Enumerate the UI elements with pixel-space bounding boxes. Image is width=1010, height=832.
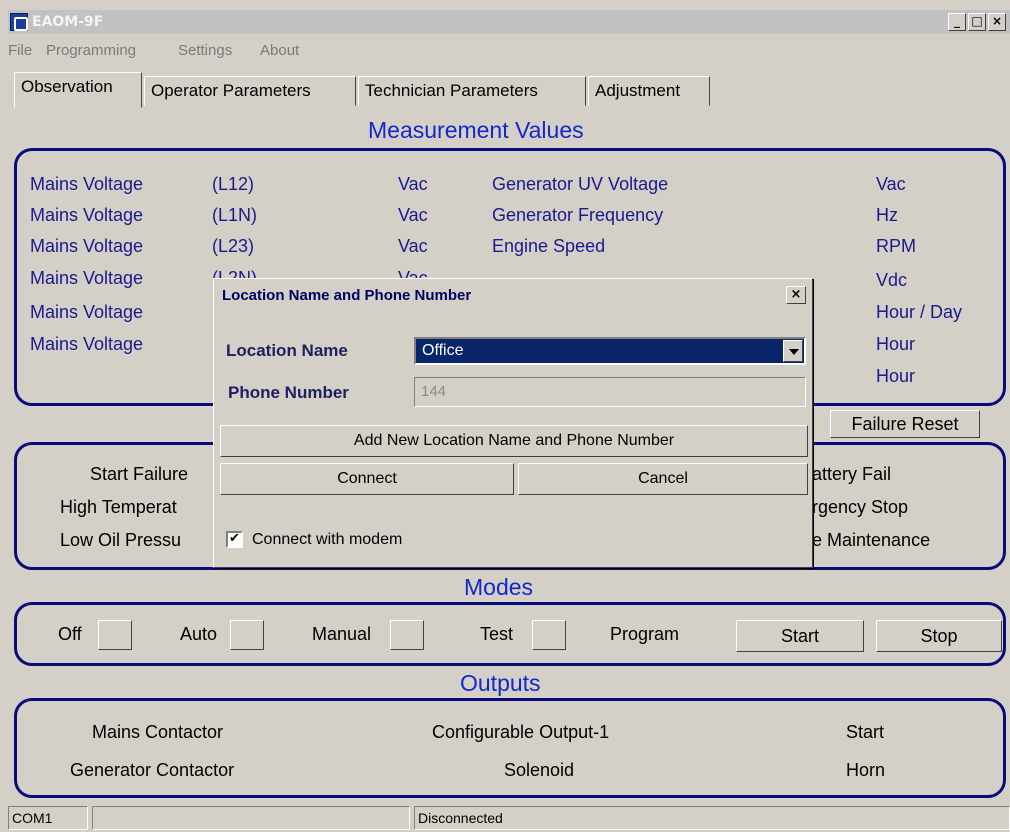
- title-bar: EAOM-9F _ □ ×: [8, 10, 1010, 34]
- status-middle: [92, 806, 410, 830]
- menu-file[interactable]: File: [8, 42, 32, 59]
- modem-checkbox[interactable]: ✔: [226, 531, 243, 548]
- unit-label: Vac: [876, 174, 906, 194]
- phase-label: (L1N): [212, 205, 258, 225]
- unit-label: Vdc: [876, 270, 908, 290]
- phone-number-field[interactable]: 144: [414, 377, 806, 407]
- location-name-value: Office: [422, 342, 464, 359]
- mains-voltage-label: Mains Voltage: [30, 174, 144, 194]
- failure-label: rgency Stop: [812, 497, 909, 517]
- cancel-button[interactable]: Cancel: [518, 463, 808, 495]
- phase-label: (L23): [212, 236, 255, 256]
- unit-label: Hour: [876, 366, 916, 386]
- unit-label: RPM: [876, 236, 916, 256]
- phase-label: (L12): [212, 174, 255, 194]
- tab-operator-parameters[interactable]: Operator Parameters: [144, 76, 356, 106]
- output-label: Configurable Output-1: [432, 722, 610, 742]
- output-label: Mains Contactor: [92, 722, 224, 742]
- add-location-button[interactable]: Add New Location Name and Phone Number: [220, 425, 808, 457]
- unit-label: Hour / Day: [876, 302, 963, 322]
- dialog-close-button[interactable]: ×: [786, 286, 806, 304]
- mains-voltage-label: Mains Voltage: [30, 205, 144, 225]
- output-label: Horn: [846, 760, 886, 780]
- unit-label: Hz: [876, 205, 898, 225]
- mains-voltage-label: Mains Voltage: [30, 268, 144, 288]
- mode-manual-label: Manual: [312, 624, 372, 644]
- menu-programming[interactable]: Programming: [46, 42, 136, 59]
- output-label: Start: [846, 722, 885, 742]
- dialog-title-bar: Location Name and Phone Number ×: [216, 281, 810, 309]
- mode-auto-indicator[interactable]: [230, 620, 264, 650]
- generator-uv-voltage-label: Generator UV Voltage: [492, 174, 669, 194]
- tab-observation[interactable]: Observation: [14, 72, 142, 108]
- unit-label: Vac: [398, 174, 428, 194]
- modes-title: Modes: [464, 574, 534, 600]
- phone-number-label: Phone Number: [228, 383, 349, 402]
- start-button[interactable]: Start: [736, 620, 864, 652]
- output-label: Solenoid: [504, 760, 575, 780]
- generator-frequency-label: Generator Frequency: [492, 205, 664, 225]
- close-button[interactable]: ×: [988, 13, 1006, 31]
- status-bar: COM1 Disconnected: [8, 804, 1010, 832]
- minimize-button[interactable]: _: [948, 13, 966, 31]
- mode-off-label: Off: [58, 624, 82, 644]
- window-title: EAOM-9F: [32, 14, 104, 30]
- outputs-title: Outputs: [460, 670, 541, 696]
- status-connection: Disconnected: [414, 806, 1010, 830]
- tab-technician-parameters[interactable]: Technician Parameters: [358, 76, 586, 106]
- menu-settings[interactable]: Settings: [178, 42, 232, 59]
- unit-label: Vac: [398, 205, 428, 225]
- location-name-select[interactable]: Office: [414, 337, 806, 365]
- mode-manual-indicator[interactable]: [390, 620, 424, 650]
- unit-label: Vac: [398, 236, 428, 256]
- outputs-panel: [14, 698, 1006, 798]
- failure-label: Start Failure: [90, 464, 189, 484]
- mains-voltage-label: Mains Voltage: [30, 302, 144, 322]
- failure-label: attery Fail: [812, 464, 892, 484]
- status-port: COM1: [8, 806, 88, 830]
- failure-label: e Maintenance: [812, 530, 931, 550]
- app-window: EAOM-9F _ □ × File Programming Settings …: [0, 0, 1010, 832]
- chevron-down-icon[interactable]: [783, 340, 803, 362]
- phone-number-value: 144: [421, 383, 447, 400]
- maximize-button[interactable]: □: [968, 13, 986, 31]
- mains-voltage-label: Mains Voltage: [30, 334, 144, 354]
- modem-checkbox-label: Connect with modem: [252, 531, 403, 548]
- failure-label: Low Oil Pressu: [60, 530, 182, 550]
- location-dialog: Location Name and Phone Number × Locatio…: [213, 278, 813, 568]
- output-label: Generator Contactor: [70, 760, 235, 780]
- tab-adjustment[interactable]: Adjustment: [588, 76, 710, 106]
- location-name-label: Location Name: [226, 341, 348, 360]
- mains-voltage-label: Mains Voltage: [30, 236, 144, 256]
- mode-test-indicator[interactable]: [532, 620, 566, 650]
- failure-reset-button[interactable]: Failure Reset: [830, 410, 980, 438]
- unit-label: Hour: [876, 334, 916, 354]
- connect-button[interactable]: Connect: [220, 463, 514, 495]
- menu-about[interactable]: About: [260, 42, 299, 59]
- stop-button[interactable]: Stop: [876, 620, 1002, 652]
- failure-label: High Temperat: [60, 497, 177, 517]
- mode-auto-label: Auto: [180, 624, 218, 644]
- mode-test-label: Test: [480, 624, 514, 644]
- measurement-title: Measurement Values: [368, 117, 584, 143]
- mode-off-indicator[interactable]: [98, 620, 132, 650]
- program-label: Program: [610, 624, 680, 644]
- app-logo-icon: [10, 13, 28, 31]
- dialog-title: Location Name and Phone Number: [222, 287, 472, 304]
- engine-speed-label: Engine Speed: [492, 236, 606, 256]
